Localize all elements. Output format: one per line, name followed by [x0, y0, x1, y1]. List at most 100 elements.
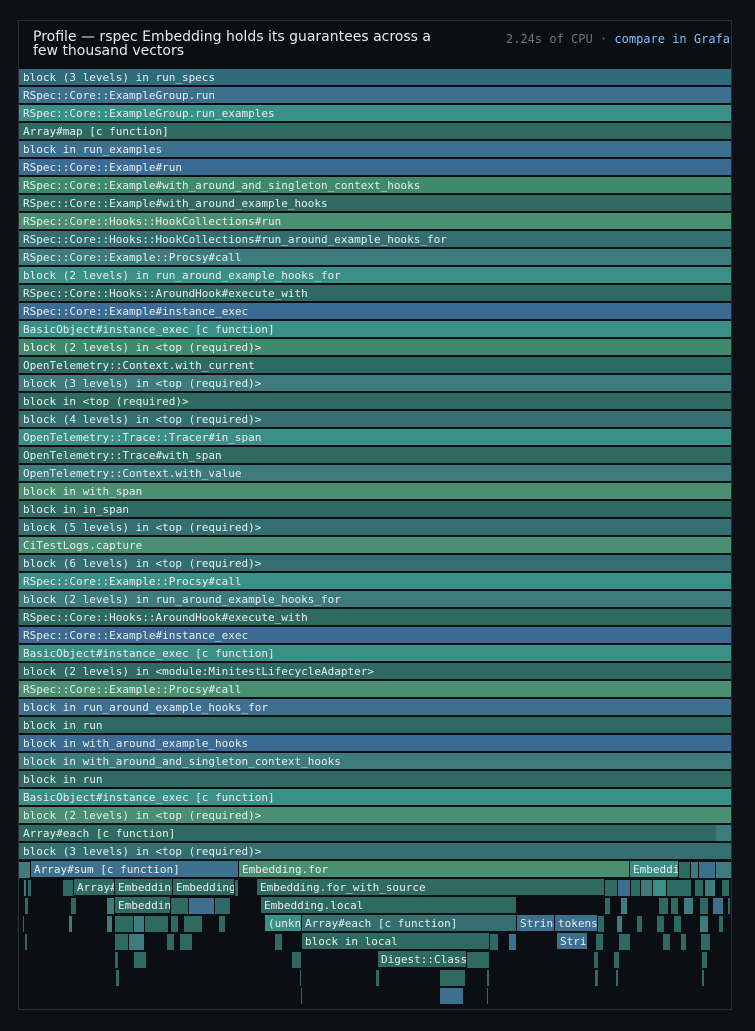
stack-frame-small[interactable] [235, 880, 238, 896]
stack-frame[interactable]: block (3 levels) in <top (required)> [19, 843, 731, 860]
stack-frame-small[interactable] [713, 898, 723, 914]
stack-frame-small[interactable] [487, 988, 488, 1004]
stack-frame[interactable]: OpenTelemetry::Trace#with_span [19, 447, 731, 464]
stack-frame[interactable]: OpenTelemetry::Context.with_current [19, 357, 731, 374]
stack-frame-small[interactable] [145, 916, 168, 932]
stack-frame-small[interactable] [189, 898, 214, 914]
stack-frame[interactable]: BasicObject#instance_exec [c function] [19, 645, 731, 662]
stack-frame-small[interactable] [605, 880, 617, 896]
stack-frame-small[interactable] [180, 934, 192, 950]
stack-frame-small[interactable] [116, 970, 119, 986]
stack-frame[interactable]: block (2 levels) in <top (required)> [19, 807, 731, 824]
stack-frame[interactable]: RSpec::Core::Example::Procsy#call [19, 573, 731, 590]
leaf-frame[interactable]: Embedding [630, 861, 679, 878]
stack-frame-small[interactable] [440, 988, 463, 1004]
stack-frame[interactable]: block (2 levels) in run_around_example_h… [19, 591, 731, 608]
stack-frame-small[interactable] [667, 880, 691, 896]
leaf-frame[interactable]: Digest::Class [378, 951, 467, 968]
leaf-frame[interactable]: String [557, 933, 588, 950]
stack-frame[interactable]: CiTestLogs.capture [19, 537, 731, 554]
stack-frame[interactable]: RSpec::Core::Hooks::AroundHook#execute_w… [19, 285, 731, 302]
stack-frame[interactable]: block (5 levels) in <top (required)> [19, 519, 731, 536]
stack-frame-small[interactable] [71, 898, 76, 914]
stack-frame-small[interactable] [605, 898, 610, 914]
stack-frame-small[interactable] [184, 916, 202, 932]
stack-frame-small[interactable] [23, 916, 24, 932]
stack-frame-small[interactable] [641, 880, 652, 896]
stack-frame-small[interactable] [107, 898, 114, 914]
stack-frame-small[interactable] [28, 880, 31, 896]
stack-frame-small[interactable] [618, 880, 630, 896]
stack-frame-small[interactable] [657, 916, 664, 932]
stack-frame[interactable]: RSpec::Core::Hooks::AroundHook#execute_w… [19, 609, 731, 626]
stack-frame-small[interactable] [616, 970, 618, 986]
stack-frame-small[interactable] [134, 916, 144, 932]
stack-frame-small[interactable] [509, 934, 516, 950]
stack-frame-small[interactable] [700, 916, 708, 932]
stack-frame-small[interactable] [300, 970, 301, 986]
stack-frame-small[interactable] [722, 880, 729, 896]
stack-frame-small[interactable] [69, 916, 72, 932]
leaf-frame[interactable]: tokens [555, 915, 598, 932]
stack-frame[interactable]: block (6 levels) in <top (required)> [19, 555, 731, 572]
leaf-frame[interactable]: block in local [302, 933, 490, 950]
stack-frame-small[interactable] [24, 880, 26, 896]
leaf-frame[interactable]: Array#each [c function] [302, 915, 517, 932]
stack-frame-small[interactable] [115, 952, 118, 968]
stack-frame-small[interactable] [596, 934, 603, 950]
stack-frame-small[interactable] [467, 952, 489, 968]
stack-frame-small[interactable] [653, 880, 666, 896]
stack-frame-small[interactable] [701, 934, 710, 950]
stack-frame-small[interactable] [681, 934, 686, 950]
stack-frame-small[interactable] [63, 880, 73, 896]
stack-frame-small[interactable] [614, 952, 619, 968]
stack-frame-small[interactable] [617, 916, 622, 932]
stack-frame-small[interactable] [107, 916, 112, 932]
stack-frame[interactable]: Array#each [c function] [19, 825, 731, 842]
stack-frame-small[interactable] [702, 952, 707, 968]
stack-frame-small[interactable] [19, 862, 30, 878]
stack-frame-small[interactable] [679, 862, 690, 878]
stack-frame-small[interactable] [619, 934, 630, 950]
stack-frame-small[interactable] [728, 898, 730, 914]
stack-frame-small[interactable] [440, 970, 465, 986]
stack-frame[interactable]: RSpec::Core::Hooks::HookCollections#run [19, 213, 731, 230]
stack-frame[interactable]: block (4 levels) in <top (required)> [19, 411, 731, 428]
stack-frame-small[interactable] [695, 880, 703, 896]
stack-frame-small[interactable] [129, 934, 144, 950]
stack-frame[interactable]: RSpec::Core::Example::Procsy#call [19, 681, 731, 698]
stack-frame[interactable]: RSpec::Core::Example::Procsy#call [19, 249, 731, 266]
stack-frame[interactable]: RSpec::Core::Hooks::HookCollections#run_… [19, 231, 731, 248]
stack-frame-small[interactable] [674, 916, 681, 932]
stack-frame[interactable]: block (2 levels) in <module:MinitestLife… [19, 663, 731, 680]
stack-frame-small[interactable] [700, 898, 708, 914]
stack-frame-small[interactable] [719, 916, 723, 932]
compare-link[interactable]: compare in Grafana [614, 32, 731, 46]
stack-frame-small[interactable] [598, 916, 604, 932]
stack-frame[interactable]: block in run_around_example_hooks_for [19, 699, 731, 716]
leaf-frame[interactable]: Embedding [173, 879, 235, 896]
stack-frame-small[interactable] [115, 934, 128, 950]
stack-frame[interactable]: BasicObject#instance_exec [c function] [19, 321, 731, 338]
stack-frame[interactable]: Array#map [c function] [19, 123, 731, 140]
stack-frame[interactable]: block in with_around_and_singleton_conte… [19, 753, 731, 770]
leaf-frame[interactable]: Array#each [c function] [74, 879, 115, 896]
stack-frame-small[interactable] [659, 898, 668, 914]
stack-frame[interactable]: block in <top (required)> [19, 393, 731, 410]
stack-frame-small[interactable] [171, 916, 178, 932]
stack-frame[interactable]: block in run [19, 771, 731, 788]
stack-frame-small[interactable] [487, 970, 489, 986]
stack-frame-small[interactable] [490, 934, 498, 950]
stack-frame[interactable]: RSpec::Core::Example#with_around_example… [19, 195, 731, 212]
stack-frame-small[interactable] [691, 862, 698, 878]
stack-frame-small[interactable] [219, 916, 225, 932]
stack-frame[interactable]: RSpec::Core::ExampleGroup.run [19, 87, 731, 104]
stack-frame-small[interactable] [275, 934, 282, 950]
stack-frame-small[interactable] [25, 934, 27, 950]
leaf-frame[interactable]: String [517, 915, 555, 932]
leaf-frame[interactable]: Embedding.for [239, 861, 630, 878]
leaf-frame[interactable]: Embedding [115, 897, 171, 914]
stack-frame[interactable]: RSpec::Core::ExampleGroup.run_examples [19, 105, 731, 122]
stack-frame[interactable]: block in in_span [19, 501, 731, 518]
stack-frame[interactable]: BasicObject#instance_exec [c function] [19, 789, 731, 806]
